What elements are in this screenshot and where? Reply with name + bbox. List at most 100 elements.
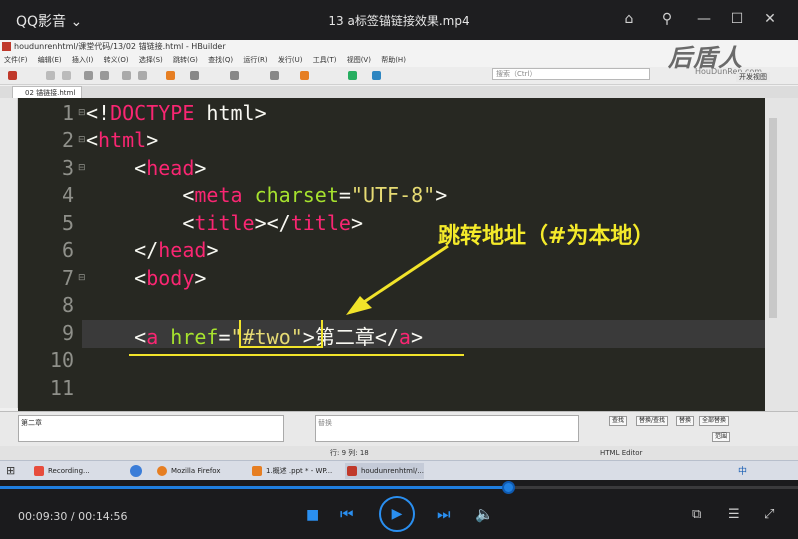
previous-icon[interactable]: ⏮ [340,505,354,523]
hbuilder-title: houdunrenhtml/课堂代码/13/02 锚链接.html - HBui… [14,42,226,51]
redo-icon [100,71,109,80]
menu-edit: 编辑(E) [37,56,62,64]
seek-fill [0,486,508,489]
menu-tools: 工具(T) [312,56,337,64]
annotation-callout: 跳转地址（#为本地） [438,224,655,249]
player-title-bar: QQ影音 ⌄ 13 a标签锚链接效果.mp4 ⌂ ⚲ — ☐ ✕ [0,0,798,40]
tag-icon [300,71,309,80]
bookmark-icon [166,71,175,80]
comment-icon [230,71,239,80]
play-button[interactable]: ▶ [379,496,415,532]
next-icon[interactable]: ⏭ [437,505,451,523]
line-number-gutter: 1 2 3 4 5 6 7 8 9 10 11 ⊟ ⊟ ⊟ ⊟ [18,98,86,411]
stop-icon[interactable]: ■ [306,507,319,523]
code-line-5: <title></title> [182,211,363,235]
seek-bar[interactable] [0,481,798,494]
replace-button: 替换 [676,416,695,426]
seek-handle[interactable] [501,481,515,494]
line-number: 5 [61,211,74,235]
save-all-icon [62,71,71,80]
windows-start-icon: ⊞ [6,464,16,477]
mini-mode-icon[interactable]: ⌂ [618,8,640,30]
scrollbar-thumb [769,118,777,318]
line-number: 4 [61,183,74,207]
fold-marker-icon: ⊟ [78,108,86,118]
video-file-title: 13 a标签锚链接效果.mp4 [328,14,470,28]
cursor-position: 行: 9 列: 18 [330,449,369,457]
hbuilder-logo-icon [2,42,11,51]
code-line-1: <!DOCTYPE html> [86,101,267,125]
line-number: 3 [61,156,74,180]
video-frame[interactable]: houdunrenhtml/课堂代码/13/02 锚链接.html - HBui… [0,40,798,480]
menu-run: 运行(R) [243,56,268,64]
elapsed-time: 00:09:30 [18,510,68,523]
hbuilder-status-bar: 行: 9 列: 18 HTML Editor [0,446,798,460]
code-line-6: </head> [134,238,219,262]
format-icon [190,71,199,80]
replace-field: 替换 [315,415,579,442]
find-button: 查找 [609,416,628,426]
menu-file: 文件(F) [4,56,28,64]
editor-scrollbar [765,98,798,411]
annotation-arrow-icon [346,244,449,315]
video-player: QQ影音 ⌄ 13 a标签锚链接效果.mp4 ⌂ ⚲ — ☐ ✕ houdunr… [0,0,798,539]
line-number: 6 [61,238,74,262]
close-button[interactable]: ✕ [759,8,781,30]
taskbar-recording: Recording... [32,463,90,479]
windows-taskbar: ⊞ Recording... Mozilla Firefox 1.概述 .ppt… [0,460,798,480]
find-field: 第二章 [18,415,284,442]
taskbar-wps: 1.概述 .ppt * - WP... [250,463,332,479]
undo-icon [84,71,93,80]
new-file-icon [8,71,17,80]
settings-icon[interactable]: ☰ [728,507,740,522]
line-number: 11 [49,376,74,400]
fold-marker-icon: ⊟ [78,273,86,283]
menu-escape: 转义(O) [103,56,129,64]
fold-marker-icon: ⊟ [78,135,86,145]
editor-mode: HTML Editor [600,449,643,457]
copy-icon [138,71,147,80]
line-number: 2 [61,128,74,152]
tab-02-anchor: 02 锚链接.html [12,86,82,98]
browser-task-icon [130,465,142,477]
screenshot-icon[interactable]: ⧉ [692,507,701,522]
dev-view-button: 开发视图 [736,72,770,82]
menu-find: 查找(Q) [208,56,234,64]
project-panel-collapsed [0,98,18,408]
ime-indicator: 中 [738,467,748,477]
save-icon [46,71,55,80]
menu-view: 视图(V) [346,56,371,64]
code-line-4: <meta charset="UTF-8"> [182,183,448,207]
replace-all-button: 全部替换 [699,416,730,426]
browser-icon [372,71,381,80]
time-display: 00:09:30 / 00:14:56 [18,510,128,523]
line-number: 7 [61,266,74,290]
total-time: 00:14:56 [78,510,128,523]
hbuilder-search-input: 搜索（Ctrl） [492,68,650,80]
code-editor: 1 2 3 4 5 6 7 8 9 10 11 ⊟ ⊟ ⊟ ⊟ <!DOCTYP… [18,98,765,411]
href-highlight-box [239,320,323,348]
volume-icon[interactable]: 🔈 [475,505,494,523]
replace-find-button: 替换/查找 [636,416,669,426]
code-line-7: <body> [134,266,207,290]
run-icon [348,71,357,80]
taskbar-hbuilder: houdunrenhtml/... [345,463,424,479]
range-select: 范围 [712,432,731,442]
taskbar-firefox: Mozilla Firefox [155,463,221,479]
fullscreen-icon[interactable]: ⤢ [764,507,774,522]
find-replace-panel: 第二章 替换 查找 替换/查找 替换 全部替换 范围 [0,411,798,446]
pin-icon[interactable]: ⚲ [656,8,678,30]
menu-insert: 插入(I) [71,56,94,64]
code-line-2: <html> [86,128,159,152]
line-number: 1 [61,101,74,125]
line-number: 8 [61,293,74,317]
cut-icon [122,71,131,80]
line-number: 9 [61,321,74,345]
line-number: 10 [49,348,74,372]
fold-marker-icon: ⊟ [78,163,86,173]
code-underline-annotation [129,354,464,356]
maximize-button[interactable]: ☐ [726,8,748,30]
minimize-button[interactable]: — [693,8,715,30]
menu-publish: 发行(U) [277,56,303,64]
editor-tab-strip: 02 锚链接.html [0,86,798,98]
